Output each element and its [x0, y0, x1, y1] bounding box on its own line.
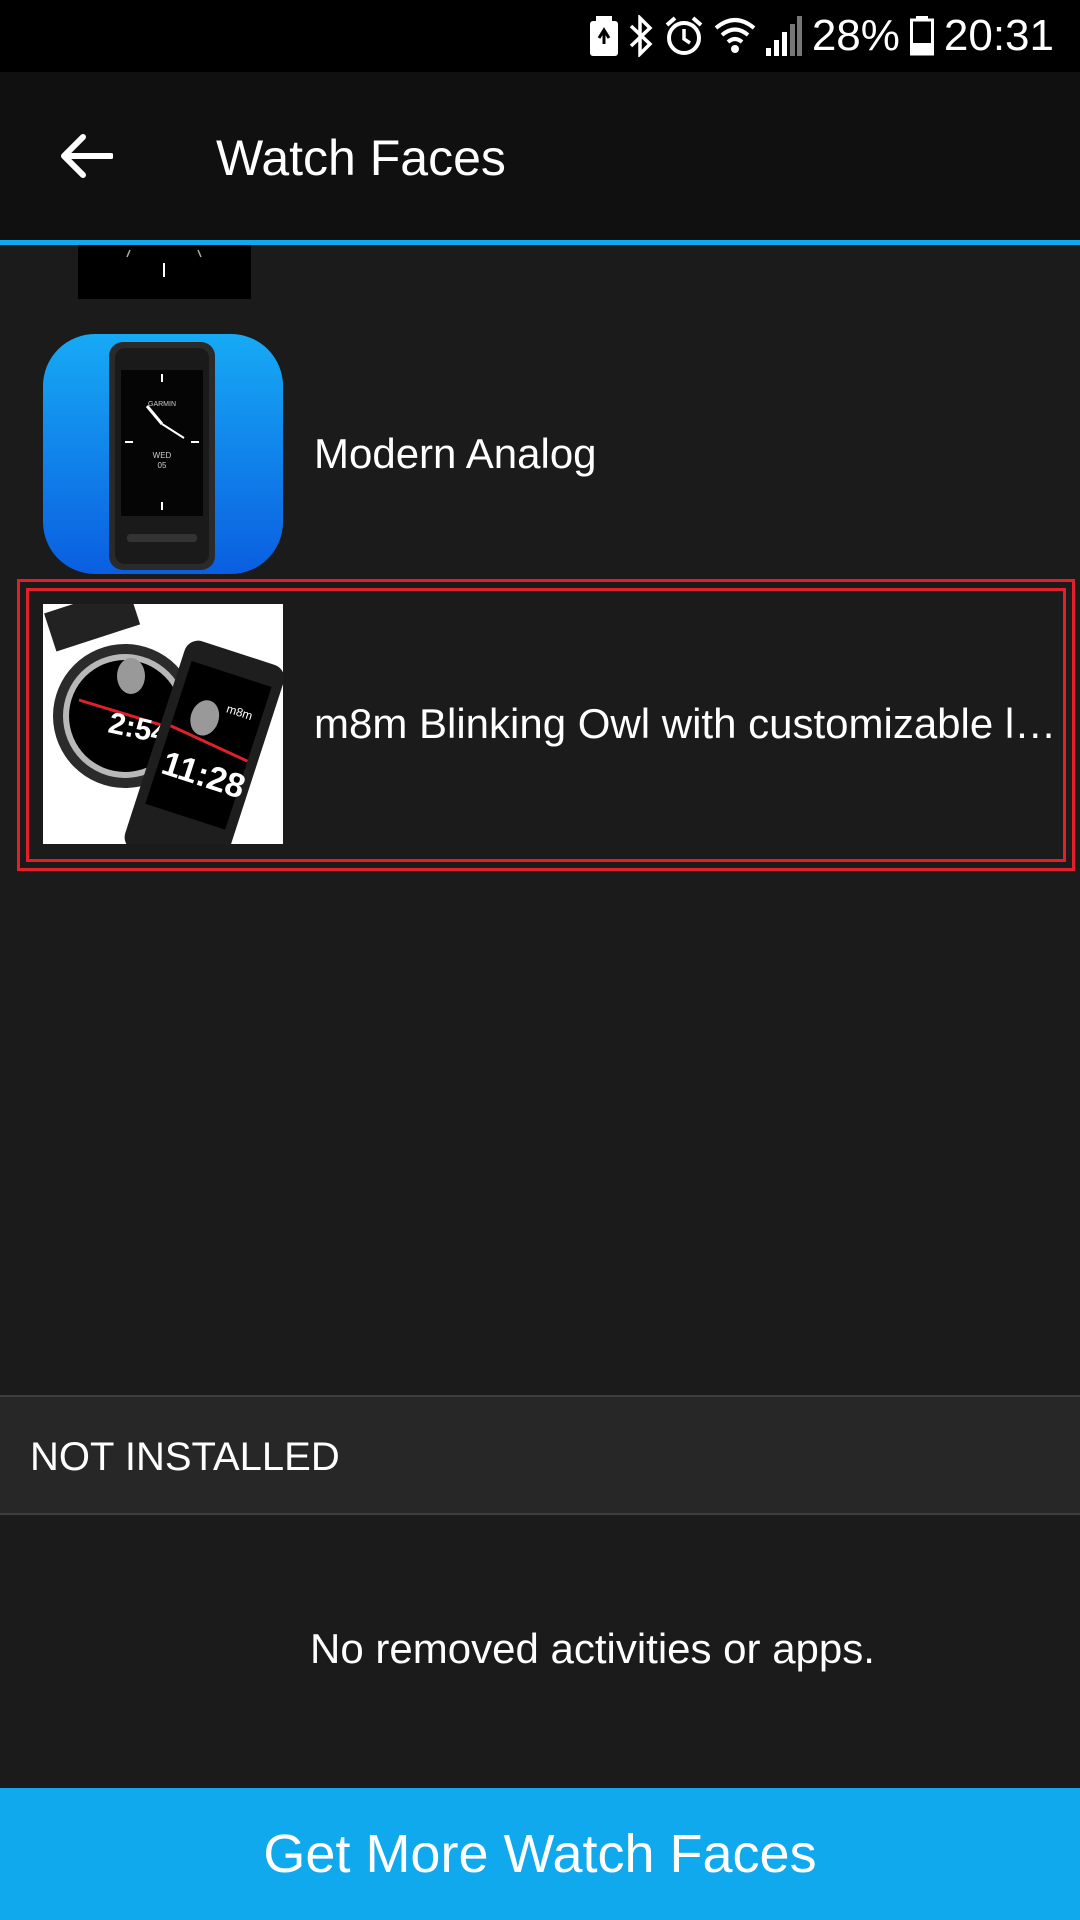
battery-percent: 28%	[811, 11, 900, 60]
selection-highlight	[17, 579, 1075, 871]
section-title: NOT INSTALLED	[30, 1435, 340, 1479]
get-more-watch-faces-button[interactable]: Get More Watch Faces	[0, 1788, 1080, 1920]
status-icons: 28% 20:31	[589, 0, 1054, 72]
partial-watch-face-thumbnail[interactable]	[78, 245, 251, 299]
alarm-icon	[664, 16, 704, 56]
watch-date-text: 05	[158, 461, 167, 470]
watch-day-text: WED	[153, 451, 172, 460]
empty-state-message: No removed activities or apps.	[310, 1625, 875, 1672]
signal-icon	[765, 16, 802, 56]
battery-icon	[909, 16, 934, 56]
back-button[interactable]	[52, 122, 120, 190]
not-installed-header: NOT INSTALLED	[0, 1395, 1080, 1515]
watch-face-name: Modern Analog	[314, 430, 597, 477]
page-title: Watch Faces	[216, 130, 506, 186]
watch-brand-text: GARMIN	[148, 401, 176, 408]
arrow-left-icon	[61, 134, 113, 178]
battery-saver-icon	[589, 16, 618, 56]
clock-time: 20:31	[943, 11, 1054, 60]
list-item[interactable]: GARMIN WED 05 Modern Analog	[0, 334, 1080, 574]
app-bar: Watch Faces	[0, 72, 1080, 240]
wifi-icon	[714, 16, 756, 56]
status-bar: 28% 20:31	[0, 0, 1080, 72]
bluetooth-icon	[628, 15, 654, 57]
modern-analog-thumbnail: GARMIN WED 05	[43, 334, 283, 574]
